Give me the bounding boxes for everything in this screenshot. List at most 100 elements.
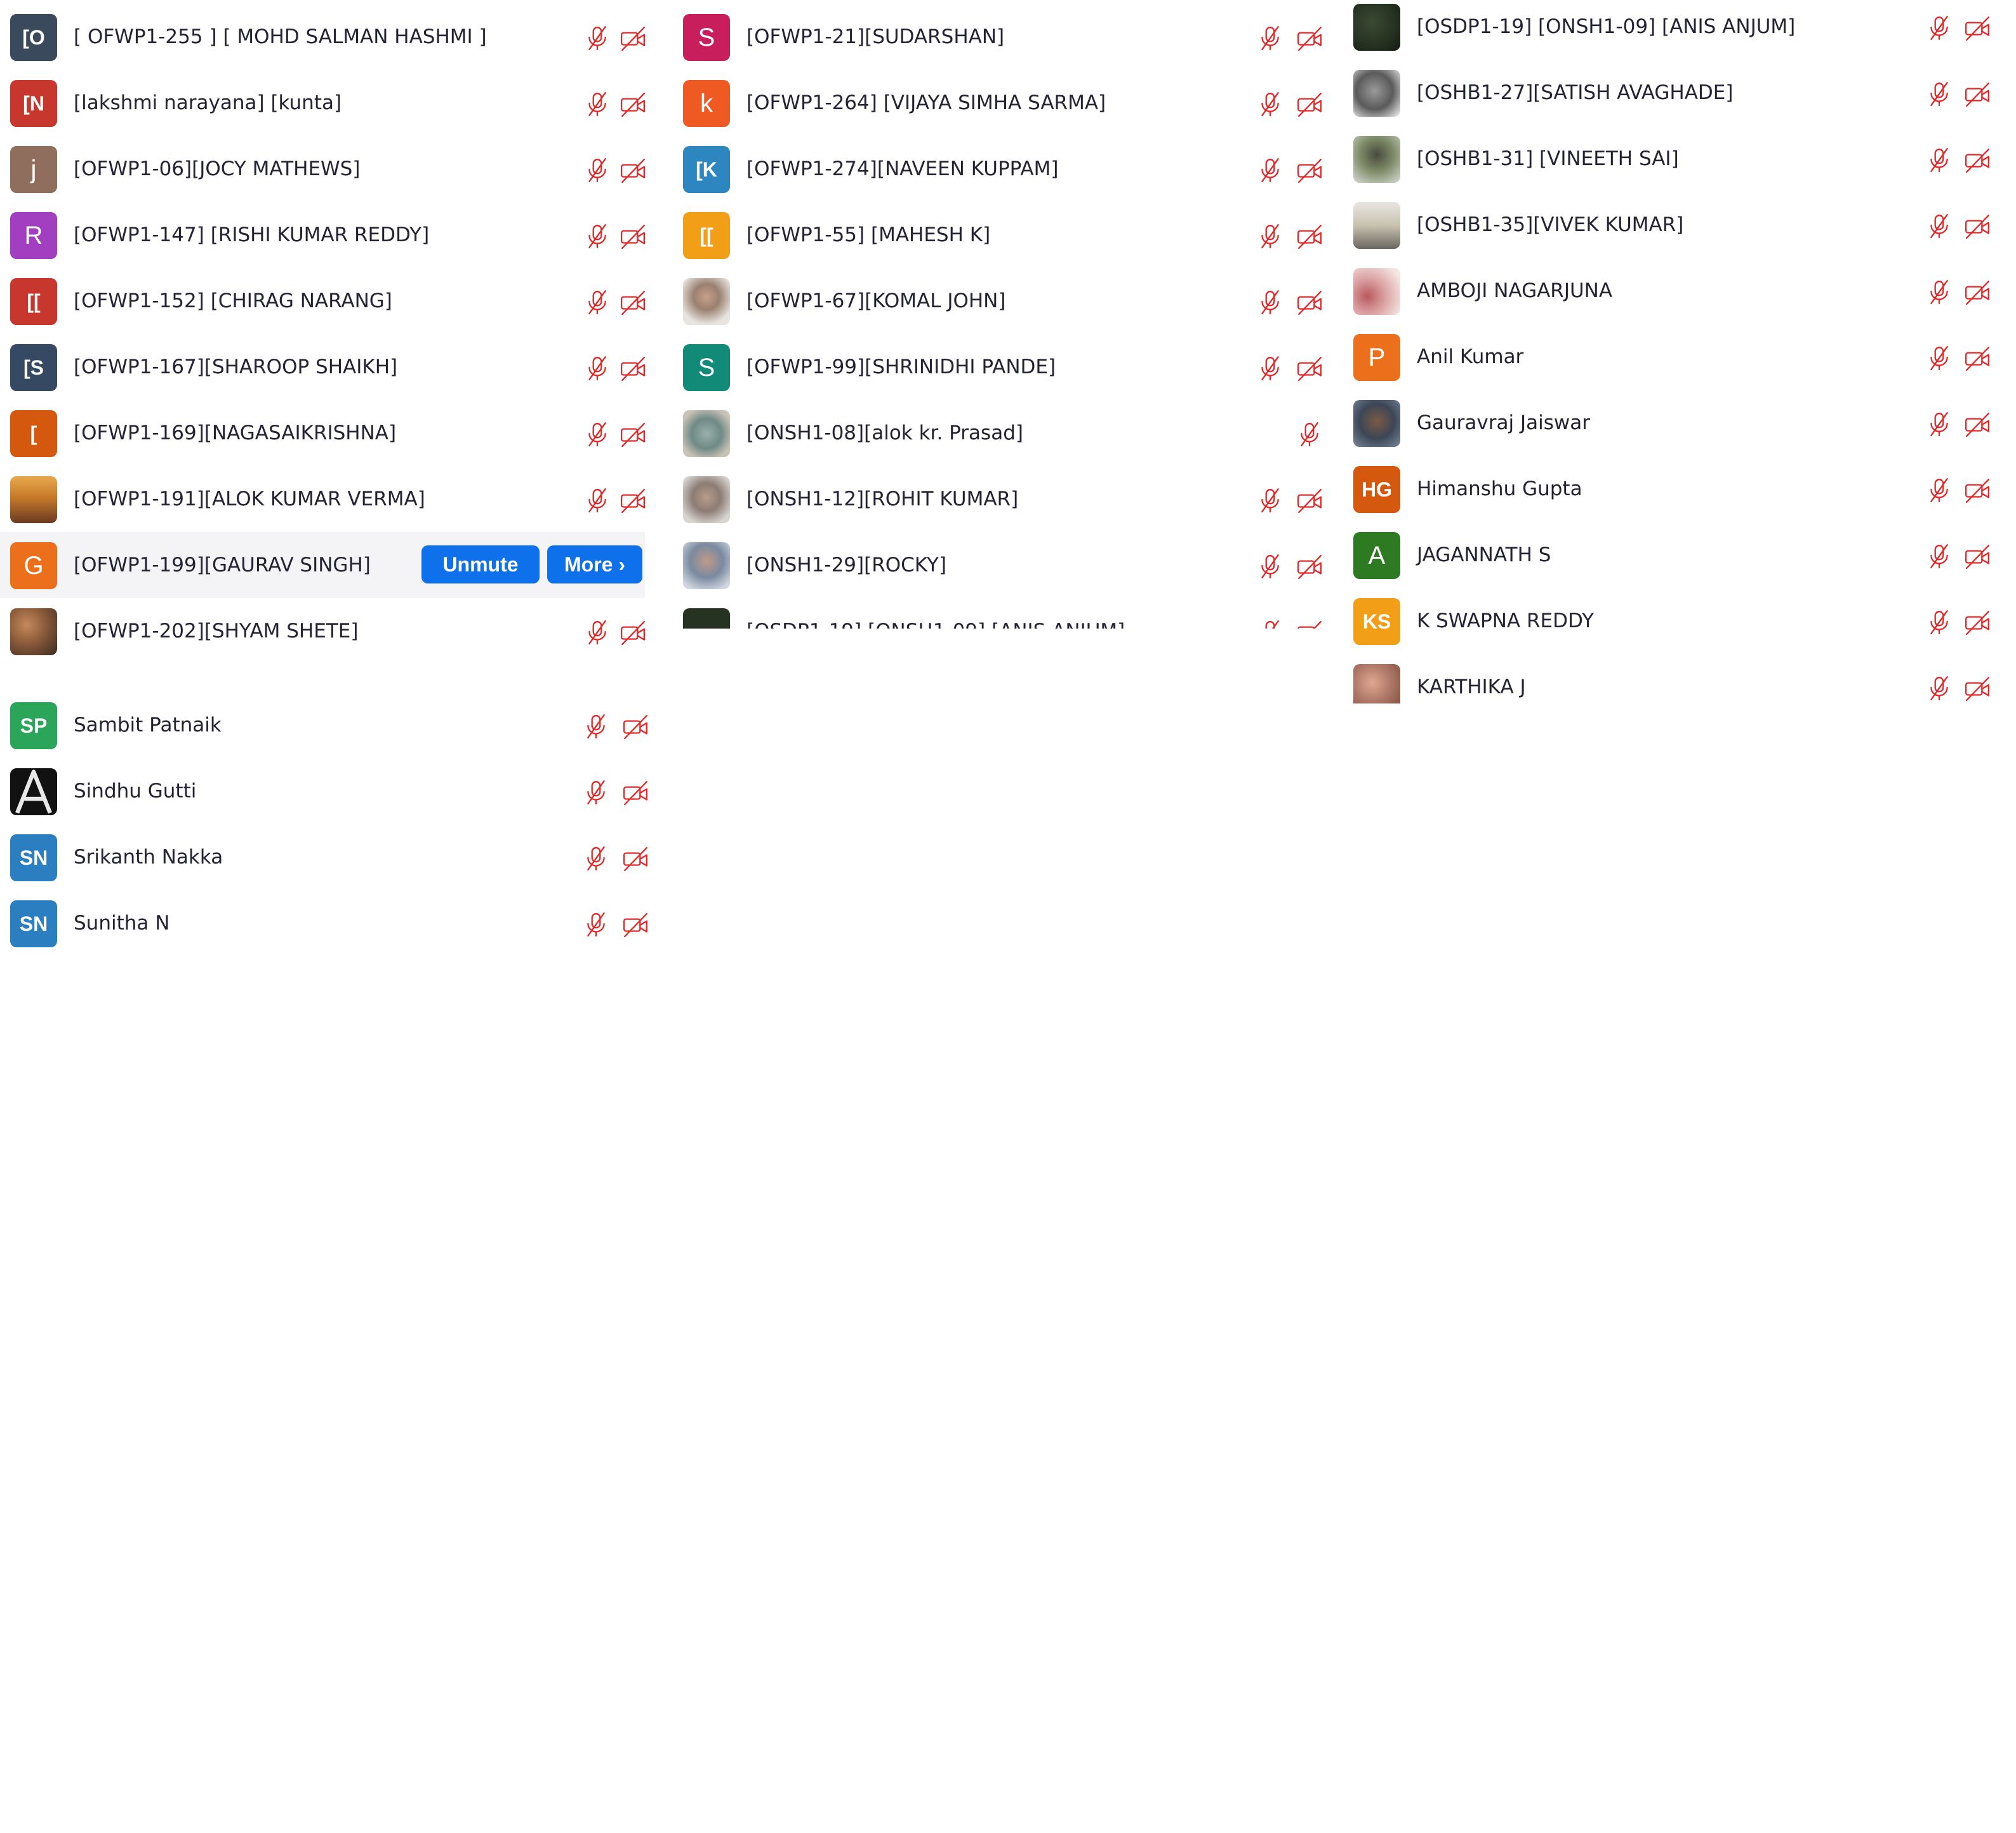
muted-mic-icon[interactable] bbox=[1926, 213, 1953, 239]
video-off-icon[interactable] bbox=[1964, 15, 1991, 41]
video-off-icon[interactable] bbox=[1296, 619, 1323, 629]
muted-mic-icon[interactable] bbox=[1926, 543, 1953, 570]
participant-row[interactable]: Gauravraj Jaiswar bbox=[1343, 390, 2003, 456]
muted-mic-icon[interactable] bbox=[584, 289, 611, 316]
muted-mic-icon[interactable] bbox=[584, 91, 611, 117]
participant-row[interactable]: HG Himanshu Gupta bbox=[1343, 456, 2003, 522]
muted-mic-icon[interactable] bbox=[1926, 279, 1953, 305]
video-off-icon[interactable] bbox=[1296, 487, 1323, 514]
participant-row[interactable]: [S [OFWP1-167][SHAROOP SHAIKH] bbox=[0, 334, 645, 400]
participant-row[interactable]: AMBOJI NAGARJUNA bbox=[1343, 258, 2003, 324]
muted-mic-icon[interactable] bbox=[1926, 675, 1953, 702]
video-off-icon[interactable] bbox=[1964, 279, 1991, 305]
video-off-icon[interactable] bbox=[622, 779, 649, 806]
participant-row[interactable]: SP Sambit Patnaik bbox=[0, 692, 660, 758]
video-off-icon[interactable] bbox=[620, 487, 645, 514]
muted-mic-icon[interactable] bbox=[584, 223, 611, 250]
muted-mic-icon[interactable] bbox=[583, 845, 609, 872]
video-off-icon[interactable] bbox=[620, 289, 645, 316]
video-off-icon[interactable] bbox=[1964, 477, 1991, 503]
video-off-icon[interactable] bbox=[620, 223, 645, 250]
participant-row[interactable]: [K [OFWP1-274][NAVEEN KUPPAM] bbox=[673, 136, 1333, 202]
participant-row-hovered[interactable]: G [OFWP1-199][GAURAV SINGH] Unmute More … bbox=[0, 532, 645, 598]
muted-mic-icon[interactable] bbox=[584, 619, 611, 646]
video-off-icon[interactable] bbox=[622, 911, 649, 938]
video-off-icon[interactable] bbox=[1296, 25, 1323, 51]
muted-mic-icon[interactable] bbox=[584, 25, 611, 51]
muted-mic-icon[interactable] bbox=[583, 911, 609, 938]
participant-row[interactable]: S [OFWP1-99][SHRINIDHI PANDE] bbox=[673, 334, 1333, 400]
participant-row[interactable]: Sindhu Gutti bbox=[0, 758, 660, 824]
video-off-icon[interactable] bbox=[1964, 609, 1991, 636]
video-off-icon[interactable] bbox=[1964, 213, 1991, 239]
participant-row[interactable]: [OFWP1-191][ALOK KUMAR VERMA] bbox=[0, 466, 645, 532]
muted-mic-icon[interactable] bbox=[583, 713, 609, 740]
muted-mic-icon[interactable] bbox=[1257, 25, 1283, 51]
video-off-icon[interactable] bbox=[1964, 147, 1991, 173]
muted-mic-icon[interactable] bbox=[1257, 619, 1283, 629]
video-off-icon[interactable] bbox=[622, 713, 649, 740]
participant-row[interactable]: j [OFWP1-06][JOCY MATHEWS] bbox=[0, 136, 645, 202]
muted-mic-icon[interactable] bbox=[1296, 421, 1323, 448]
muted-mic-icon[interactable] bbox=[1926, 609, 1953, 636]
video-off-icon[interactable] bbox=[620, 421, 645, 448]
muted-mic-icon[interactable] bbox=[584, 355, 611, 382]
participant-row-clipped[interactable]: [OSDP1-19] [ONSH1-09] [ANIS ANJUM] bbox=[1343, 0, 2003, 60]
video-off-icon[interactable] bbox=[1296, 289, 1323, 316]
participant-row[interactable]: [O [ OFWP1-255 ] [ MOHD SALMAN HASHMI ] bbox=[0, 4, 645, 70]
participant-row[interactable]: [ONSH1-08][alok kr. Prasad] bbox=[673, 400, 1333, 466]
video-off-icon[interactable] bbox=[1964, 81, 1991, 107]
muted-mic-icon[interactable] bbox=[1257, 223, 1283, 250]
participant-row[interactable]: A JAGANNATH S bbox=[1343, 522, 2003, 588]
muted-mic-icon[interactable] bbox=[1257, 157, 1283, 183]
video-off-icon[interactable] bbox=[622, 845, 649, 872]
participant-row-clipped[interactable]: [OSDP1-19] [ONSH1-09] [ANIS ANJUM] bbox=[673, 598, 1333, 629]
muted-mic-icon[interactable] bbox=[1926, 147, 1953, 173]
participant-row[interactable]: R [OFWP1-147] [RISHI KUMAR REDDY] bbox=[0, 202, 645, 268]
muted-mic-icon[interactable] bbox=[584, 487, 611, 514]
video-off-icon[interactable] bbox=[620, 91, 645, 117]
video-off-icon[interactable] bbox=[620, 25, 645, 51]
participant-row[interactable]: SN Sunitha N bbox=[0, 890, 660, 956]
participant-row[interactable]: S [OFWP1-21][SUDARSHAN] bbox=[673, 4, 1333, 70]
participant-row[interactable]: [OSHB1-31] [VINEETH SAI] bbox=[1343, 126, 2003, 192]
video-off-icon[interactable] bbox=[1964, 675, 1991, 702]
video-off-icon[interactable] bbox=[1964, 543, 1991, 570]
video-off-icon[interactable] bbox=[620, 355, 645, 382]
participant-row[interactable]: [ONSH1-12][ROHIT KUMAR] bbox=[673, 466, 1333, 532]
video-off-icon[interactable] bbox=[1964, 411, 1991, 437]
muted-mic-icon[interactable] bbox=[584, 421, 611, 448]
video-off-icon[interactable] bbox=[1296, 355, 1323, 382]
participant-row[interactable]: [OFWP1-67][KOMAL JOHN] bbox=[673, 268, 1333, 334]
more-button[interactable]: More › bbox=[547, 545, 642, 583]
video-off-icon[interactable] bbox=[1296, 223, 1323, 250]
video-off-icon[interactable] bbox=[1296, 553, 1323, 580]
muted-mic-icon[interactable] bbox=[1257, 553, 1283, 580]
participant-row[interactable]: [[ [OFWP1-152] [CHIRAG NARANG] bbox=[0, 268, 645, 334]
muted-mic-icon[interactable] bbox=[1257, 91, 1283, 117]
participant-row[interactable]: k [OFWP1-264] [VIJAYA SIMHA SARMA] bbox=[673, 70, 1333, 136]
participant-row[interactable]: [OSHB1-27][SATISH AVAGHADE] bbox=[1343, 60, 2003, 126]
participant-row[interactable]: [N [lakshmi narayana] [kunta] bbox=[0, 70, 645, 136]
participant-row[interactable]: KARTHIKA J bbox=[1343, 654, 2003, 703]
muted-mic-icon[interactable] bbox=[1926, 345, 1953, 371]
muted-mic-icon[interactable] bbox=[1926, 411, 1953, 437]
muted-mic-icon[interactable] bbox=[583, 779, 609, 806]
video-off-icon[interactable] bbox=[1296, 91, 1323, 117]
participant-row[interactable]: [OFWP1-202][SHYAM SHETE] bbox=[0, 598, 645, 660]
participant-row[interactable]: KS K SWAPNA REDDY bbox=[1343, 588, 2003, 654]
participant-row[interactable]: SN Srikanth Nakka bbox=[0, 824, 660, 890]
muted-mic-icon[interactable] bbox=[1926, 477, 1953, 503]
participant-row[interactable]: [[ [OFWP1-55] [MAHESH K] bbox=[673, 202, 1333, 268]
muted-mic-icon[interactable] bbox=[1257, 355, 1283, 382]
participant-row[interactable]: [OSHB1-35][VIVEK KUMAR] bbox=[1343, 192, 2003, 258]
participant-row[interactable]: [ [OFWP1-169][NAGASAIKRISHNA] bbox=[0, 400, 645, 466]
muted-mic-icon[interactable] bbox=[1926, 81, 1953, 107]
participant-row[interactable]: [ONSH1-29][ROCKY] bbox=[673, 532, 1333, 598]
video-off-icon[interactable] bbox=[1296, 157, 1323, 183]
muted-mic-icon[interactable] bbox=[1257, 289, 1283, 316]
unmute-button[interactable]: Unmute bbox=[421, 545, 540, 583]
video-off-icon[interactable] bbox=[620, 619, 645, 646]
muted-mic-icon[interactable] bbox=[584, 157, 611, 183]
muted-mic-icon[interactable] bbox=[1257, 487, 1283, 514]
